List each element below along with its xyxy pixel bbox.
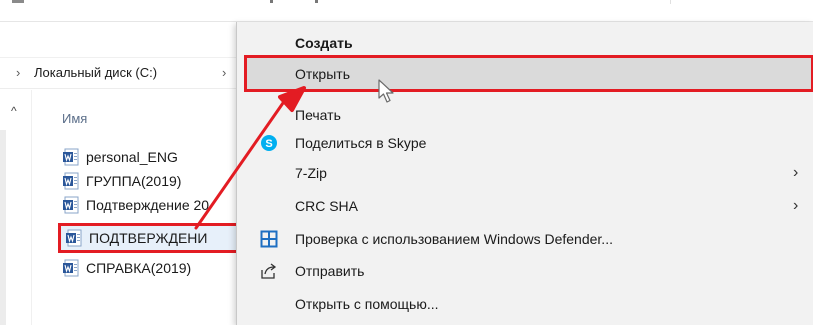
menu-item-7zip[interactable]: 7-Zip › [237, 159, 813, 187]
file-item-personal-eng[interactable]: personal_ENG [62, 145, 178, 169]
menu-item-send-to[interactable]: Отправить [237, 257, 813, 285]
file-name: Подтверждение 20 [86, 197, 210, 213]
skype-icon: S [261, 135, 277, 151]
mouse-pointer-icon [378, 79, 394, 103]
menu-item-open[interactable]: Открыть [244, 55, 813, 92]
menu-item-label: Создать [295, 35, 353, 51]
submenu-chevron-right-icon: › [793, 197, 799, 214]
submenu-chevron-right-icon: › [793, 164, 799, 181]
menu-item-label: Открыть [295, 66, 350, 82]
file-item-gruppa-2019[interactable]: ГРУППА(2019) [62, 169, 181, 193]
address-chevron-right-icon[interactable]: › [222, 64, 226, 82]
word-doc-icon [63, 259, 79, 277]
ribbon-strip [0, 0, 813, 22]
svg-text:S: S [265, 138, 272, 150]
file-item-podtverzhdenie[interactable]: Подтверждение 20 [62, 193, 209, 217]
word-doc-icon [63, 148, 79, 166]
ribbon-icon-partial [12, 0, 24, 3]
windows-defender-icon [260, 230, 278, 248]
menu-item-windows-defender-scan[interactable]: Проверка с использованием Windows Defend… [237, 225, 813, 253]
menu-item-share-skype[interactable]: S Поделиться в Skype [237, 129, 813, 157]
menu-item-print[interactable]: Печать [237, 101, 813, 129]
file-name: ПОДТВЕРЖДЕНИ [89, 230, 208, 246]
file-item-spravka-2019[interactable]: СПРАВКА(2019) [62, 256, 191, 280]
menu-item-label: Открыть с помощью... [295, 296, 439, 312]
menu-item-label: Проверка с использованием Windows Defend… [295, 231, 613, 247]
ribbon-mark-partial [270, 0, 273, 3]
menu-item-label: Печать [295, 107, 341, 123]
address-chevron-left-icon[interactable]: › [16, 64, 20, 82]
word-doc-icon [63, 172, 79, 190]
column-header-partial [670, 0, 745, 4]
context-menu: Создать Открыть Печать S Поделиться в Sk… [236, 22, 813, 325]
menu-item-open-with[interactable]: Открыть с помощью... [237, 290, 813, 318]
share-icon [261, 263, 277, 279]
menu-item-label: Поделиться в Skype [295, 135, 427, 151]
file-name: ГРУППА(2019) [86, 173, 182, 189]
address-path[interactable]: Локальный диск (C:) [34, 64, 157, 82]
menu-item-label: CRC SHA [295, 198, 359, 214]
file-item-podtverzhdenie-selected[interactable]: ПОДТВЕРЖДЕНИ [58, 223, 244, 253]
column-header-name[interactable]: Имя [62, 111, 87, 127]
nav-pane-scrollbar[interactable] [0, 130, 6, 325]
word-doc-icon [63, 196, 79, 214]
menu-item-label: 7-Zip [295, 165, 327, 181]
file-name: СПРАВКА(2019) [86, 260, 192, 276]
menu-item-label: Отправить [295, 263, 365, 279]
scroll-up-caret-icon[interactable]: ^ [11, 104, 17, 118]
ribbon-mark-partial [315, 0, 318, 3]
file-name: personal_ENG [86, 149, 178, 165]
menu-item-create[interactable]: Создать [237, 29, 813, 57]
word-doc-icon [66, 229, 82, 247]
menu-item-crc-sha[interactable]: CRC SHA › [237, 192, 813, 220]
